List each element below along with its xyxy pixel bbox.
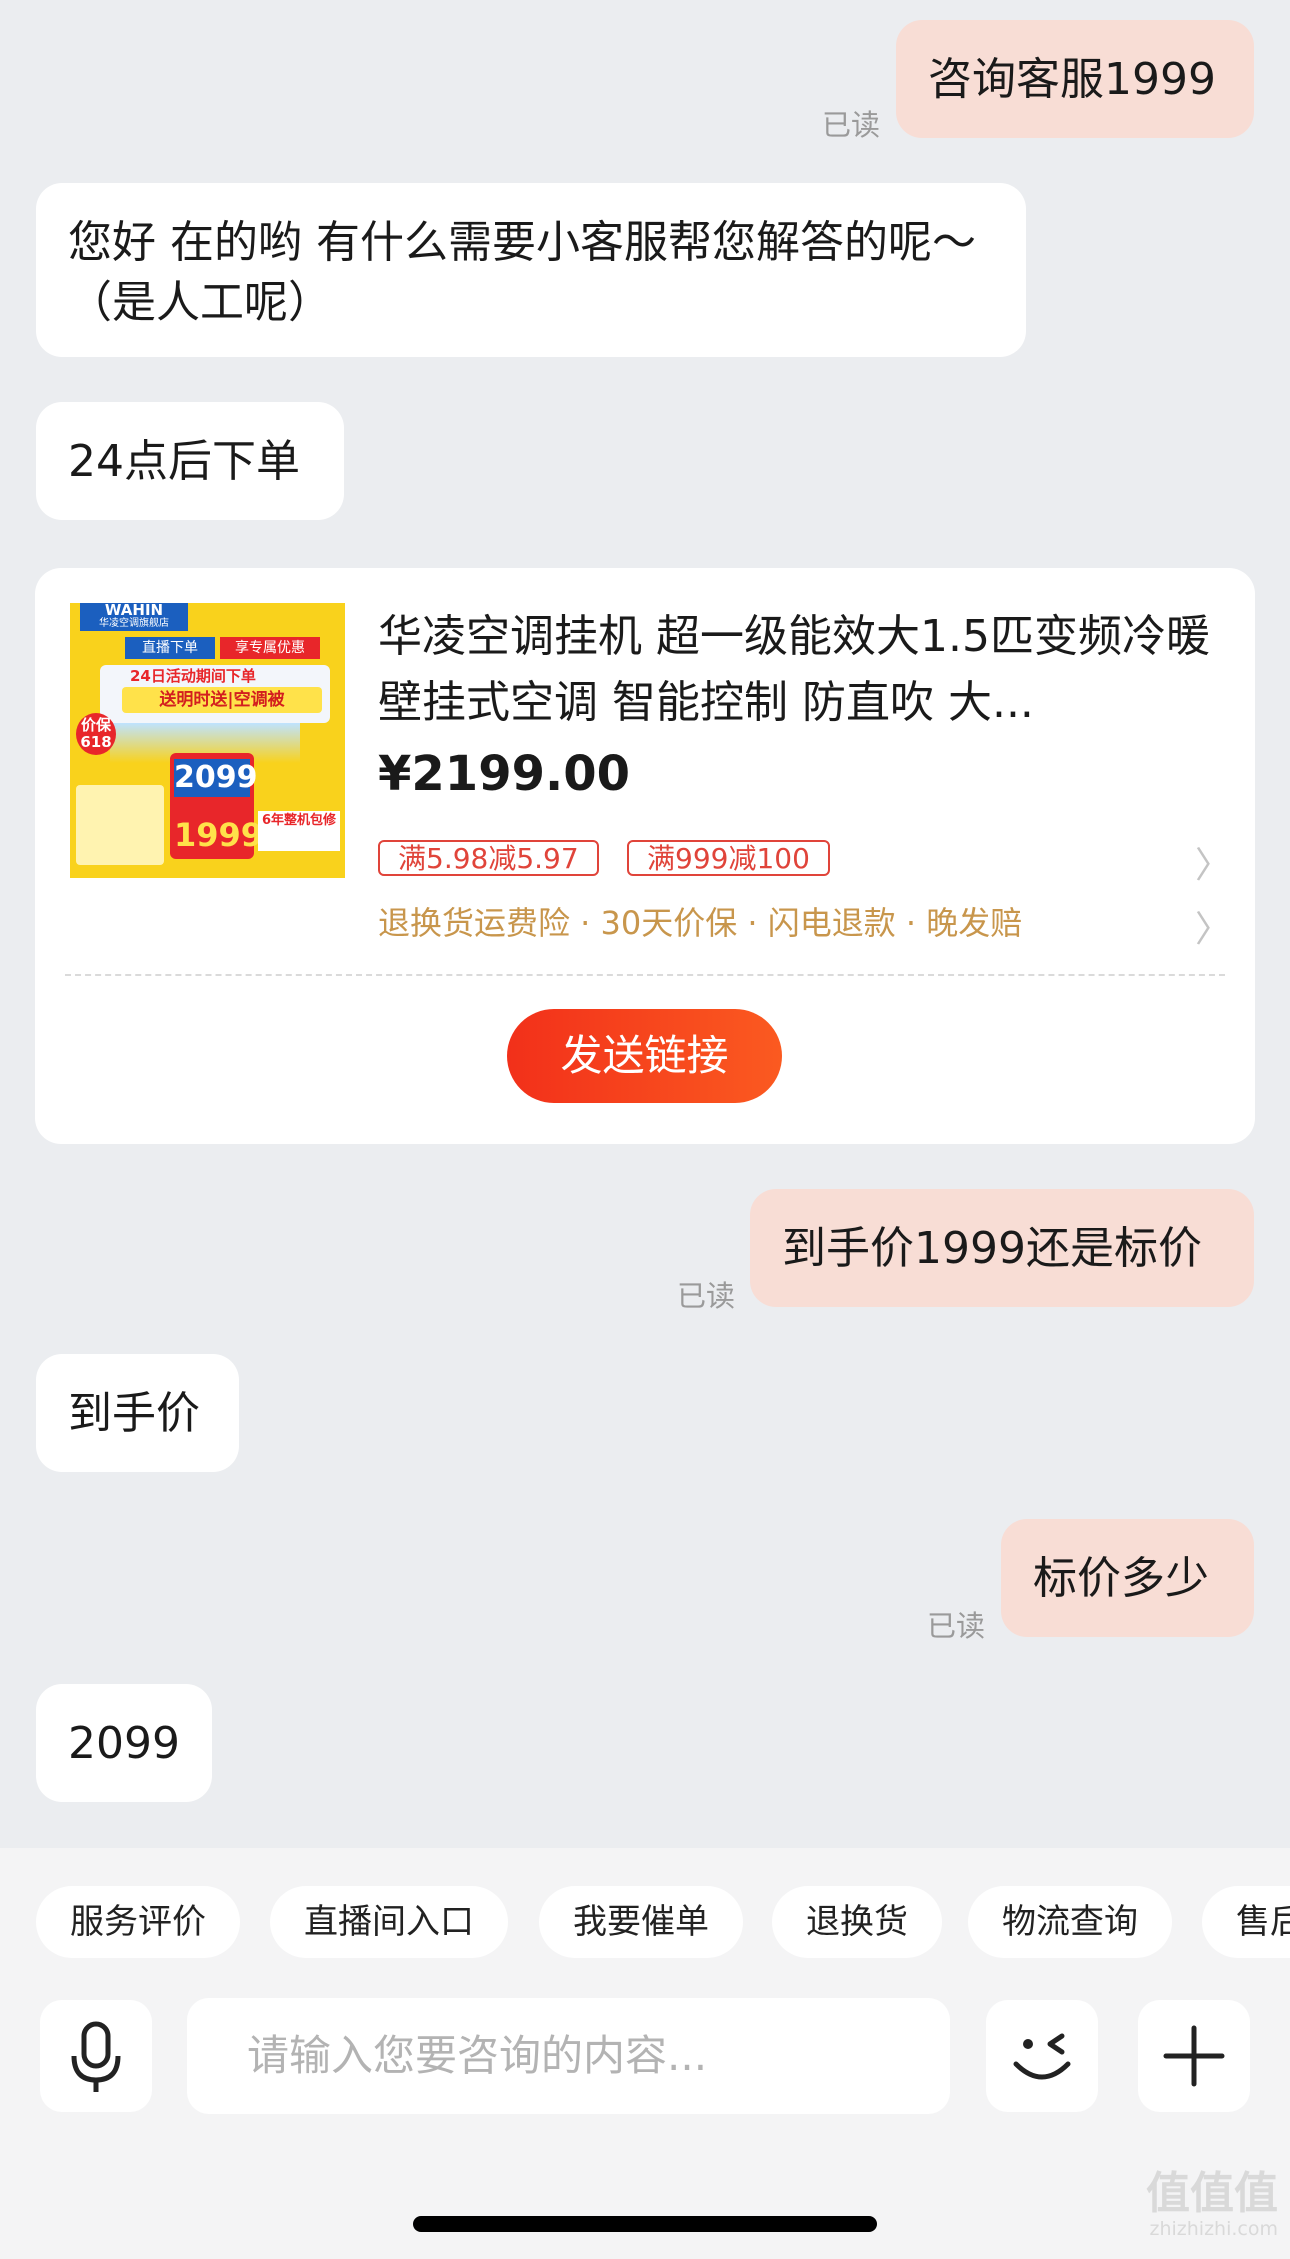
thumb-tag-offer: 享专属优惠 (220, 637, 320, 659)
thumb-price-2: 1999 (174, 816, 264, 854)
chevron-right-icon[interactable]: 〉 (1195, 836, 1231, 888)
message-bubble-agent: 您好 在的哟 有什么需要小客服帮您解答的呢～（是人工呢） (36, 183, 1026, 357)
coupon-tag: 满5.98减5.97 (378, 840, 599, 876)
message-bubble-self: 到手价1999还是标价 (750, 1189, 1254, 1307)
more-button[interactable] (1138, 2000, 1250, 2112)
plus-icon (1163, 2025, 1225, 2087)
send-link-button[interactable]: 发送链接 (507, 1009, 782, 1103)
thumb-gift-items (76, 785, 164, 865)
product-card[interactable]: WAHIN 华凌空调旗舰店 直播下单 享专属优惠 24日活动期间下单 送明时送|… (35, 568, 1255, 1144)
watermark: 值值值 zhizhizhi.com (1146, 2172, 1278, 2242)
message-input[interactable]: 请输入您要咨询的内容... (187, 1998, 950, 2114)
message-text: 2099 (68, 1718, 180, 1769)
message-bubble-self: 咨询客服1999 (896, 20, 1254, 138)
service-guarantees[interactable]: 退换货运费险 · 30天价保 · 闪电退款 · 晚发赔 (378, 898, 1022, 944)
card-divider (65, 974, 1225, 976)
microphone-icon (71, 2021, 121, 2092)
read-receipt: 已读 (927, 1609, 986, 1643)
chevron-right-icon[interactable]: 〉 (1195, 900, 1231, 952)
thumb-headline: 24日活动期间下单 (130, 667, 256, 685)
thumb-badge: 价保618 (76, 713, 116, 755)
emoji-button[interactable] (986, 2000, 1098, 2112)
message-bubble-self: 标价多少 (1001, 1519, 1254, 1637)
quick-action-aftersales[interactable]: 售后 (1202, 1886, 1290, 1958)
quick-action-live-room[interactable]: 直播间入口 (270, 1886, 508, 1958)
thumb-tag-live: 直播下单 (125, 637, 215, 659)
message-text: 标价多少 (1033, 1553, 1209, 1604)
message-text: 到手价1999还是标价 (782, 1223, 1202, 1274)
watermark-sub: zhizhizhi.com (1149, 2218, 1278, 2240)
watermark-main: 值值值 (1146, 2168, 1278, 2219)
read-receipt: 已读 (822, 108, 881, 142)
product-price: ¥2199.00 (378, 746, 631, 802)
brand-logo: WAHIN (104, 603, 164, 619)
product-title[interactable]: 华凌空调挂机 超一级能效大1.5匹变频冷暖壁挂式空调 智能控制 防直吹 大... (378, 604, 1218, 736)
coupon-tag: 满999减100 (627, 840, 830, 876)
quick-action-rate-service[interactable]: 服务评价 (36, 1886, 240, 1958)
home-indicator[interactable] (413, 2216, 877, 2232)
brand-store-name: 华凌空调旗舰店 (99, 618, 169, 629)
message-text: 24点后下单 (68, 436, 300, 487)
wink-face-icon (1013, 2033, 1071, 2080)
thumb-price-1: 2099 (174, 759, 258, 797)
product-thumbnail[interactable]: WAHIN 华凌空调旗舰店 直播下单 享专属优惠 24日活动期间下单 送明时送|… (70, 603, 345, 878)
message-bubble-agent: 到手价 (36, 1354, 239, 1472)
bottom-toolbar: 服务评价 直播间入口 我要催单 退换货 物流查询 售后 请输入您要咨询的内容..… (0, 1848, 1290, 2259)
quick-action-urge-order[interactable]: 我要催单 (539, 1886, 743, 1958)
message-text: 咨询客服1999 (928, 54, 1216, 105)
quick-action-return[interactable]: 退换货 (772, 1886, 942, 1958)
message-bubble-agent: 2099 (36, 1684, 212, 1802)
thumb-headline-2: 送明时送|空调被 (122, 687, 322, 713)
message-text: 您好 在的哟 有什么需要小客服帮您解答的呢～（是人工呢） (68, 217, 976, 328)
thumb-note: 6年整机包修 (258, 811, 340, 851)
voice-button[interactable] (40, 2000, 152, 2112)
quick-action-logistics[interactable]: 物流查询 (968, 1886, 1172, 1958)
message-bubble-agent: 24点后下单 (36, 402, 344, 520)
read-receipt: 已读 (677, 1279, 736, 1313)
message-text: 到手价 (68, 1388, 200, 1439)
